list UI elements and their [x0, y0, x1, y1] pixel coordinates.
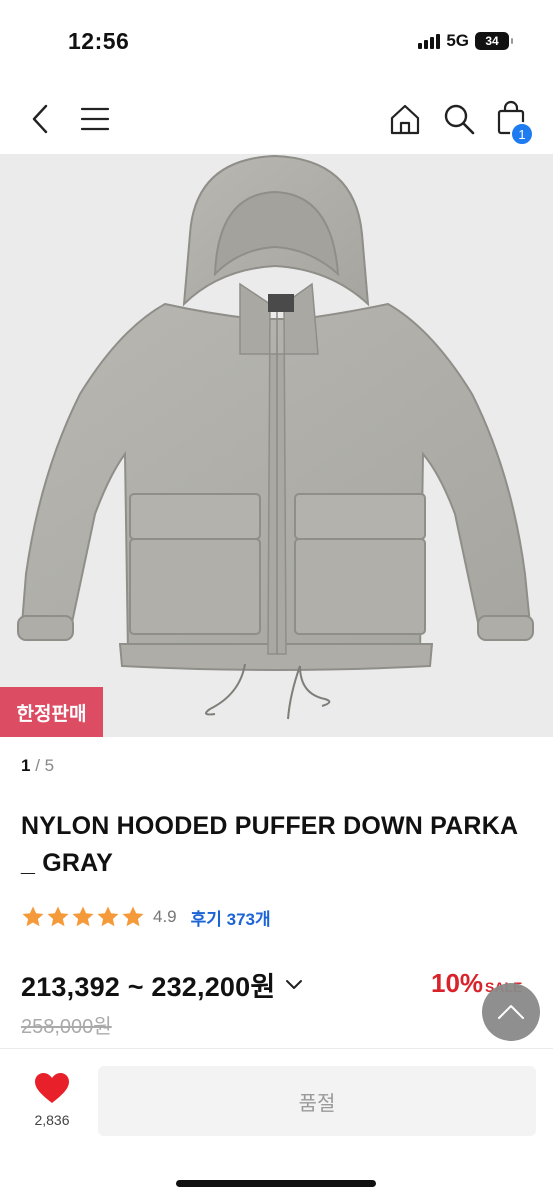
back-button[interactable]: [24, 100, 56, 138]
star-icon: [47, 906, 69, 927]
image-pager: 1 / 5: [21, 756, 54, 776]
limited-sale-badge: 한정판매: [0, 687, 103, 737]
pager-current: 1: [21, 756, 31, 775]
top-nav-bar: 1: [0, 84, 553, 154]
original-price: 258,000원: [21, 1016, 112, 1038]
cart-button[interactable]: 1: [494, 98, 534, 146]
status-bar: 12:56 5G 34: [0, 0, 553, 84]
scroll-to-top-button[interactable]: [482, 983, 540, 1041]
product-title: NYLON HOODED PUFFER DOWN PARKA _ GRAY: [21, 812, 518, 877]
review-count-link[interactable]: 후기 373개: [191, 905, 271, 930]
sold-out-button[interactable]: 품절: [98, 1066, 536, 1136]
home-indicator: [176, 1180, 376, 1187]
price-row[interactable]: 213,392 ~ 232,200원: [21, 966, 305, 1002]
home-icon: [390, 104, 420, 135]
heart-icon: [35, 1073, 69, 1103]
gray-puffer-jacket-image: [17, 154, 534, 720]
rating-stars: [21, 905, 145, 929]
chevron-up-icon: [498, 1005, 524, 1019]
pager-separator: /: [35, 756, 40, 775]
search-button[interactable]: [440, 100, 478, 138]
star-icon: [97, 906, 119, 927]
hamburger-menu-icon: [80, 107, 110, 131]
search-icon: [444, 104, 475, 135]
price-range: 213,392 ~ 232,200원: [21, 971, 276, 1002]
chevron-down-icon[interactable]: [283, 973, 305, 995]
cart-count-badge: 1: [510, 122, 534, 146]
battery-icon: 34: [475, 32, 513, 50]
star-icon: [22, 906, 44, 927]
rating-value: 4.9: [153, 907, 177, 926]
menu-button[interactable]: [78, 102, 112, 136]
like-count: 2,836: [34, 1112, 70, 1128]
like-button[interactable]: 2,836: [22, 1072, 82, 1134]
star-icon: [72, 906, 94, 927]
signal-strength-icon: [418, 33, 441, 49]
rating-row: 4.9 후기 373개: [21, 904, 271, 930]
status-time: 12:56: [68, 28, 130, 54]
discount-percent: 10%: [431, 968, 484, 998]
pager-total: 5: [44, 756, 55, 775]
star-icon: [122, 906, 144, 927]
product-image[interactable]: [0, 154, 553, 737]
network-type: 5G: [446, 31, 469, 50]
chevron-left-icon: [32, 104, 48, 134]
status-indicators: 5G 34: [418, 30, 513, 52]
bottom-bar-divider: [0, 1048, 553, 1049]
home-button[interactable]: [386, 100, 424, 138]
battery-level: 34: [485, 34, 499, 48]
